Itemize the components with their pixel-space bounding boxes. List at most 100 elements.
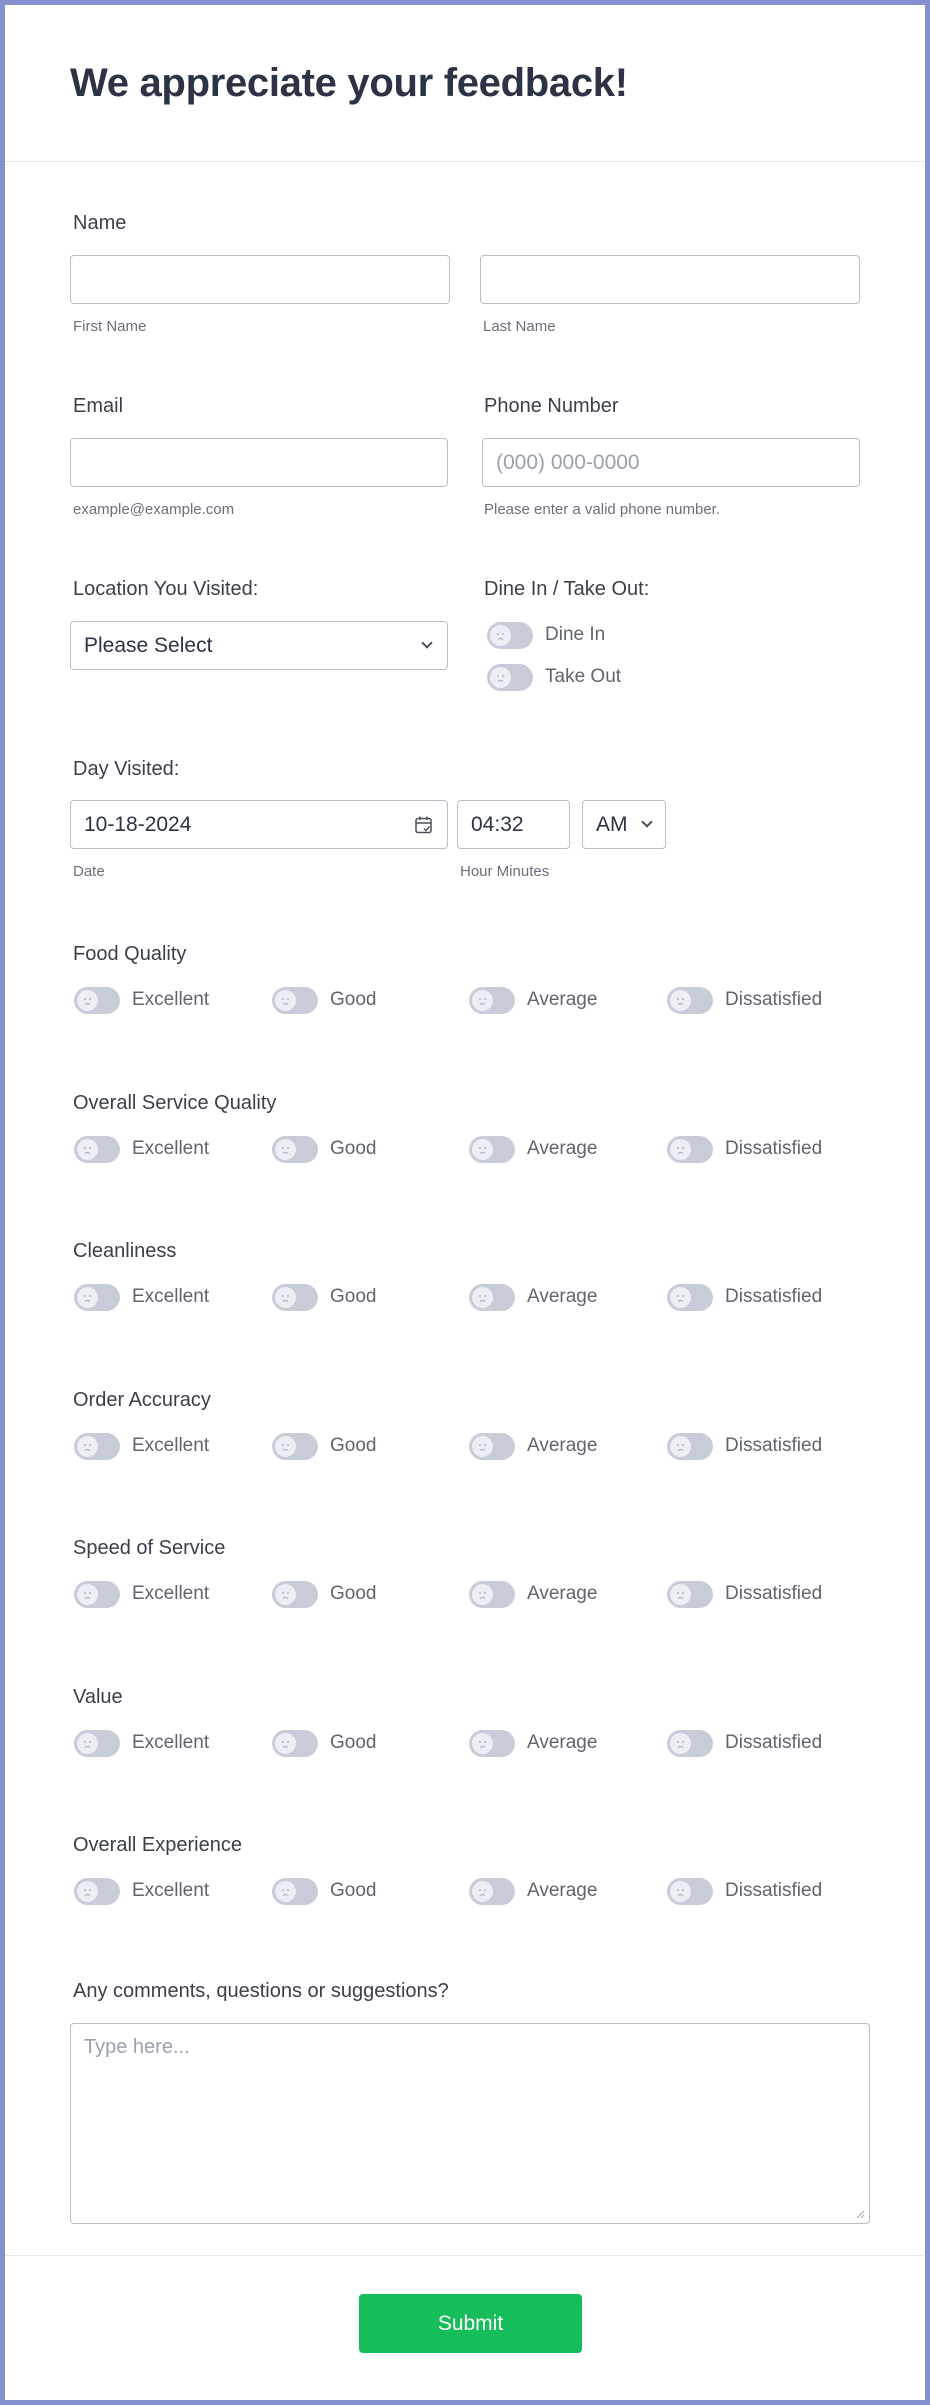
toggle-knob: [472, 1584, 493, 1605]
phone-input[interactable]: (000) 000-0000: [482, 438, 860, 487]
rating-option-average-label[interactable]: Average: [527, 1732, 597, 1754]
rating-option-dissatisfied-label[interactable]: Dissatisfied: [725, 1286, 822, 1308]
rating-option-dissatisfied-toggle[interactable]: [667, 1878, 713, 1905]
rating-option-excellent-toggle[interactable]: [74, 1284, 120, 1311]
rating-option-excellent-toggle[interactable]: [74, 1432, 120, 1460]
rating-option-good-label[interactable]: Good: [330, 1583, 376, 1605]
resize-grip-icon[interactable]: [855, 2209, 865, 2219]
rating-option-dissatisfied-label[interactable]: Dissatisfied: [725, 989, 822, 1011]
email-input[interactable]: [70, 438, 448, 487]
rating-option-average-label[interactable]: Average: [527, 1286, 597, 1308]
rating-option-dissatisfied-toggle[interactable]: [667, 1284, 713, 1311]
rating-option-dissatisfied-label[interactable]: Dissatisfied: [725, 1732, 822, 1754]
toggle-knob: [472, 1881, 493, 1902]
rating-option-good-toggle[interactable]: [272, 987, 318, 1014]
rating-option-average-toggle[interactable]: [469, 1284, 515, 1311]
toggle-knob: [490, 625, 511, 646]
sad-face-icon: [282, 1592, 289, 1599]
rating-option-good-toggle[interactable]: [272, 1581, 318, 1608]
sad-face-icon: [677, 1889, 684, 1896]
rating-option-dissatisfied-label[interactable]: Dissatisfied: [725, 1880, 822, 1902]
rating-option-dissatisfied-toggle[interactable]: [667, 1729, 713, 1757]
sad-face-icon: [479, 998, 486, 1005]
rating-option-average-toggle[interactable]: [469, 987, 515, 1014]
rating-option-dissatisfied-label[interactable]: Dissatisfied: [725, 1435, 822, 1457]
rating-option-average-label[interactable]: Average: [527, 1138, 597, 1160]
toggle-knob: [77, 1881, 98, 1902]
rating-option-excellent-label[interactable]: Excellent: [132, 1880, 209, 1902]
rating-option-excellent-toggle[interactable]: [74, 987, 120, 1014]
toggle-knob: [275, 1287, 296, 1308]
toggle-knob: [77, 990, 98, 1011]
name-label: Name: [73, 212, 127, 234]
rating-option-dissatisfied-label[interactable]: Dissatisfied: [725, 1138, 822, 1160]
sad-face-icon: [479, 1295, 486, 1302]
toggle-knob: [472, 990, 493, 1011]
rating-option-good-label[interactable]: Good: [330, 1138, 376, 1160]
sad-face-icon: [84, 998, 91, 1005]
dine-option-dine-in-label[interactable]: Dine In: [545, 624, 605, 646]
rating-option-excellent-toggle[interactable]: [74, 1135, 120, 1163]
form-title: We appreciate your feedback!: [70, 61, 628, 105]
last-name-input[interactable]: [480, 255, 860, 304]
rating-option-excellent-toggle[interactable]: [74, 1878, 120, 1905]
rating-option-average-toggle[interactable]: [469, 1581, 515, 1608]
first-name-input[interactable]: [70, 255, 450, 304]
rating-label: Overall Experience: [73, 1834, 242, 1856]
rating-option-excellent-label[interactable]: Excellent: [132, 989, 209, 1011]
dine-option-take-out-label[interactable]: Take Out: [545, 666, 621, 688]
dine-option-dine-in-toggle[interactable]: [487, 622, 533, 649]
sad-face-icon: [479, 1146, 486, 1154]
toggle-knob: [77, 1138, 98, 1160]
toggle-knob: [275, 990, 296, 1011]
rating-option-good-label[interactable]: Good: [330, 1286, 376, 1308]
rating-option-good-label[interactable]: Good: [330, 1732, 376, 1754]
rating-option-dissatisfied-toggle[interactable]: [667, 987, 713, 1014]
rating-option-average-label[interactable]: Average: [527, 1583, 597, 1605]
email-label: Email: [73, 395, 124, 417]
rating-option-excellent-toggle[interactable]: [74, 1729, 120, 1757]
dine-option-take-out-toggle[interactable]: [487, 664, 533, 691]
rating-option-excellent-label[interactable]: Excellent: [132, 1138, 209, 1160]
rating-option-excellent-label[interactable]: Excellent: [132, 1286, 209, 1308]
rating-option-excellent-label[interactable]: Excellent: [132, 1583, 209, 1605]
rating-option-dissatisfied-toggle[interactable]: [667, 1581, 713, 1608]
ampm-select[interactable]: AM: [582, 800, 666, 849]
rating-option-excellent-label[interactable]: Excellent: [132, 1435, 209, 1457]
rating-option-average-label[interactable]: Average: [527, 1880, 597, 1902]
rating-option-average-toggle[interactable]: [469, 1432, 515, 1460]
rating-option-good-toggle[interactable]: [272, 1284, 318, 1311]
rating-option-good-toggle[interactable]: [272, 1878, 318, 1905]
sad-face-icon: [677, 1443, 684, 1451]
time-sublabel: Hour Minutes: [460, 863, 550, 880]
rating-option-good-toggle[interactable]: [272, 1729, 318, 1757]
calendar-icon[interactable]: [414, 815, 433, 835]
rating-option-average-label[interactable]: Average: [527, 1435, 597, 1457]
time-input[interactable]: 04:32: [457, 800, 570, 849]
rating-option-excellent-label[interactable]: Excellent: [132, 1732, 209, 1754]
rating-option-dissatisfied-toggle[interactable]: [667, 1135, 713, 1163]
comments-textarea[interactable]: Type here...: [70, 2023, 870, 2224]
submit-button[interactable]: Submit: [359, 2294, 582, 2353]
sad-face-icon: [84, 1889, 91, 1896]
date-input[interactable]: 10-18-2024: [70, 800, 448, 849]
toggle-knob: [670, 990, 691, 1011]
rating-option-average-toggle[interactable]: [469, 1135, 515, 1163]
rating-option-excellent-toggle[interactable]: [74, 1581, 120, 1608]
date-sublabel: Date: [73, 863, 105, 880]
rating-option-good-label[interactable]: Good: [330, 1435, 376, 1457]
rating-option-average-label[interactable]: Average: [527, 989, 597, 1011]
toggle-knob: [670, 1435, 691, 1457]
rating-option-good-label[interactable]: Good: [330, 989, 376, 1011]
sad-face-icon: [84, 1146, 91, 1154]
rating-option-average-toggle[interactable]: [469, 1729, 515, 1757]
location-select[interactable]: Please Select: [70, 621, 448, 670]
rating-option-good-label[interactable]: Good: [330, 1880, 376, 1902]
sad-face-icon: [677, 998, 684, 1005]
rating-option-dissatisfied-toggle[interactable]: [667, 1432, 713, 1460]
rating-option-average-toggle[interactable]: [469, 1878, 515, 1905]
rating-option-good-toggle[interactable]: [272, 1135, 318, 1163]
rating-option-dissatisfied-label[interactable]: Dissatisfied: [725, 1583, 822, 1605]
rating-option-good-toggle[interactable]: [272, 1432, 318, 1460]
sad-face-icon: [282, 998, 289, 1005]
